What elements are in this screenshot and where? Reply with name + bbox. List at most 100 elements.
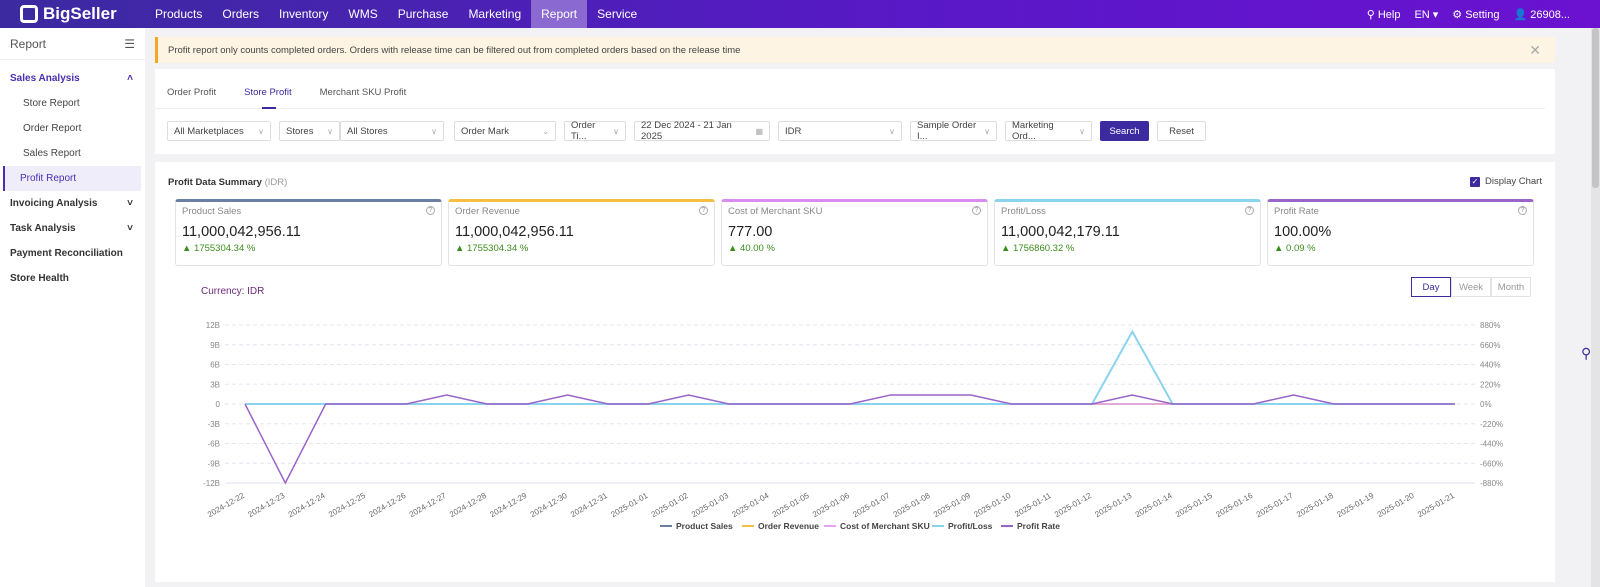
stores-select[interactable]: All Stores ∨ bbox=[340, 121, 444, 141]
help-icon[interactable]: ? bbox=[699, 206, 708, 215]
collapse-sidebar-icon[interactable]: ☰ bbox=[124, 37, 135, 51]
nav-orders[interactable]: Orders bbox=[212, 0, 269, 28]
scrollbar-thumb[interactable] bbox=[1592, 28, 1599, 188]
brand-logo[interactable]: BigSeller bbox=[20, 4, 145, 24]
legend-item[interactable]: Product Sales bbox=[676, 521, 733, 531]
sidebar-item-store-report[interactable]: Store Report bbox=[3, 91, 141, 116]
help-icon[interactable]: ? bbox=[1245, 206, 1254, 215]
x-tick-label: 2025-01-05 bbox=[771, 491, 811, 520]
zoom-tool-icon[interactable]: ⚲ bbox=[1581, 345, 1591, 362]
page-scrollbar[interactable] bbox=[1591, 28, 1600, 587]
sidebar-item-sales-report[interactable]: Sales Report bbox=[3, 141, 141, 166]
setting-link[interactable]: ⚙ Setting bbox=[1452, 8, 1499, 21]
kpi-label: Cost of Merchant SKU bbox=[728, 206, 823, 217]
x-tick-label: 2025-01-03 bbox=[690, 491, 730, 520]
search-button[interactable]: Search bbox=[1100, 121, 1149, 141]
currency-select[interactable]: IDR ∨ bbox=[778, 121, 902, 141]
filter-card: Order Profit Store Profit Merchant SKU P… bbox=[155, 69, 1555, 154]
sidebar-group-task-analysis[interactable]: Task Analysis ˅ bbox=[0, 216, 145, 241]
chevron-down-icon: ∨ bbox=[613, 126, 619, 136]
chevron-down-icon: ∨ bbox=[327, 126, 333, 136]
y-left-tick: -12B bbox=[203, 479, 220, 488]
user-menu[interactable]: 👤 26908... bbox=[1513, 8, 1570, 21]
kpi-value: 11,000,042,956.11 bbox=[455, 224, 574, 240]
kpi-card-profit-loss: Profit/Loss? 11,000,042,179.11 ▲ 1756860.3… bbox=[994, 199, 1261, 266]
profit-line-chart: 12B 880% 9B 660% 6B 440% 3B 220% 0 0% -3B -220% -6B -… bbox=[203, 321, 1503, 531]
kpi-value: 11,000,042,956.11 bbox=[182, 224, 301, 240]
marketplace-select[interactable]: All Marketplaces ∨ bbox=[167, 121, 271, 141]
sidebar-item-order-report[interactable]: Order Report bbox=[3, 116, 141, 141]
nav-products[interactable]: Products bbox=[145, 0, 212, 28]
chevron-down-icon: ˅ bbox=[127, 198, 133, 209]
top-navigation-bar: BigSeller Products Orders Inventory WMS Purc… bbox=[0, 0, 1600, 28]
nav-marketing[interactable]: Marketing bbox=[458, 0, 531, 28]
sidebar-group-sales-analysis[interactable]: Sales Analysis ˄ bbox=[0, 66, 145, 91]
period-day-button[interactable]: Day bbox=[1411, 277, 1451, 297]
help-icon[interactable]: ? bbox=[972, 206, 981, 215]
legend-item[interactable]: Order Revenue bbox=[758, 521, 819, 531]
legend-item[interactable]: Profit Rate bbox=[1017, 521, 1060, 531]
period-toggle: Day Week Month bbox=[1411, 277, 1531, 297]
order-time-type-select[interactable]: Order Ti... ∨ bbox=[564, 120, 626, 142]
kpi-change: ▲ 0.09 % bbox=[1274, 243, 1316, 254]
legend-item[interactable]: Cost of Merchant SKU bbox=[840, 521, 930, 531]
gear-icon: ⚙ bbox=[1452, 8, 1466, 21]
x-tick-label: 2025-01-13 bbox=[1093, 491, 1133, 520]
x-tick-label: 2025-01-14 bbox=[1134, 491, 1174, 520]
nav-purchase[interactable]: Purchase bbox=[388, 0, 459, 28]
nav-wms[interactable]: WMS bbox=[338, 0, 387, 28]
sidebar-item-store-health[interactable]: Store Health bbox=[0, 266, 145, 291]
logo-icon bbox=[20, 5, 38, 23]
y-right-tick: 220% bbox=[1480, 380, 1500, 389]
close-icon[interactable]: ✕ bbox=[1529, 42, 1541, 59]
store-type-select[interactable]: Stores ∨ bbox=[279, 121, 340, 141]
period-week-button[interactable]: Week bbox=[1451, 277, 1491, 297]
sidebar: Report ☰ Sales Analysis ˄ Store Report Ord… bbox=[0, 28, 145, 587]
help-link[interactable]: ⚲ Help bbox=[1367, 8, 1401, 21]
order-mark-select[interactable]: Order Mark ⌄ bbox=[454, 121, 556, 141]
language-select[interactable]: EN ▾ bbox=[1414, 8, 1438, 21]
sidebar-item-profit-report[interactable]: Profit Report bbox=[3, 166, 141, 191]
tab-order-profit[interactable]: Order Profit bbox=[167, 87, 216, 109]
x-tick-label: 2025-01-06 bbox=[811, 491, 851, 520]
chevron-down-icon: ∨ bbox=[1079, 126, 1085, 136]
date-range-picker[interactable]: 22 Dec 2024 - 21 Jan 2025 ▦ bbox=[634, 120, 770, 142]
x-tick-label: 2024-12-23 bbox=[246, 491, 286, 520]
display-chart-checkbox[interactable]: ✓ Display Chart bbox=[1469, 176, 1542, 187]
nav-inventory[interactable]: Inventory bbox=[269, 0, 338, 28]
y-left-tick: 0 bbox=[216, 400, 221, 409]
y-right-tick: -440% bbox=[1480, 440, 1503, 449]
marketing-order-select[interactable]: Marketing Ord... ∨ bbox=[1005, 120, 1092, 142]
reset-button[interactable]: Reset bbox=[1157, 121, 1206, 141]
chevron-down-icon: ∨ bbox=[889, 126, 895, 136]
legend-item[interactable]: Profit/Loss bbox=[948, 521, 993, 531]
checkbox-checked-icon: ✓ bbox=[1469, 176, 1480, 187]
x-tick-label: 2025-01-10 bbox=[972, 491, 1012, 520]
series-line-profit-rate[interactable] bbox=[244, 394, 1455, 485]
main-nav: Products Orders Inventory WMS Purchase Market… bbox=[145, 0, 647, 28]
x-tick-label: 2024-12-31 bbox=[569, 491, 609, 520]
y-left-tick: 9B bbox=[210, 341, 220, 350]
sample-order-select[interactable]: Sample Order I... ∨ bbox=[910, 120, 997, 142]
sidebar-item-payment-reconciliation[interactable]: Payment Reconciliation bbox=[0, 241, 145, 266]
calendar-icon: ▦ bbox=[755, 126, 763, 136]
tab-store-profit[interactable]: Store Profit bbox=[244, 87, 292, 109]
sidebar-group-invoicing-analysis[interactable]: Invoicing Analysis ˅ bbox=[0, 191, 145, 216]
kpi-card-cost-of-merchant-sku: Cost of Merchant SKU? 777.00 ▲ 40.00 % bbox=[721, 199, 988, 266]
nav-service[interactable]: Service bbox=[587, 0, 647, 28]
period-month-button[interactable]: Month bbox=[1491, 277, 1531, 297]
x-tick-label: 2024-12-30 bbox=[529, 491, 569, 520]
kpi-change: ▲ 1755304.34 % bbox=[455, 243, 529, 254]
tab-merchant-sku-profit[interactable]: Merchant SKU Profit bbox=[320, 87, 407, 109]
y-right-tick: -880% bbox=[1480, 479, 1503, 488]
x-tick-label: 2024-12-27 bbox=[408, 491, 448, 520]
kpi-label: Order Revenue bbox=[455, 206, 520, 217]
nav-report[interactable]: Report bbox=[531, 0, 588, 28]
kpi-card-product-sales: Product Sales? 11,000,042,956.11 ▲ 1755304… bbox=[175, 199, 442, 266]
help-icon[interactable]: ? bbox=[426, 206, 435, 215]
x-tick-label: 2025-01-09 bbox=[932, 491, 972, 520]
series-line-profit-loss[interactable] bbox=[245, 329, 1455, 405]
help-icon[interactable]: ? bbox=[1518, 206, 1527, 215]
x-tick-label: 2024-12-29 bbox=[488, 491, 528, 520]
y-left-tick: 6B bbox=[210, 361, 220, 370]
